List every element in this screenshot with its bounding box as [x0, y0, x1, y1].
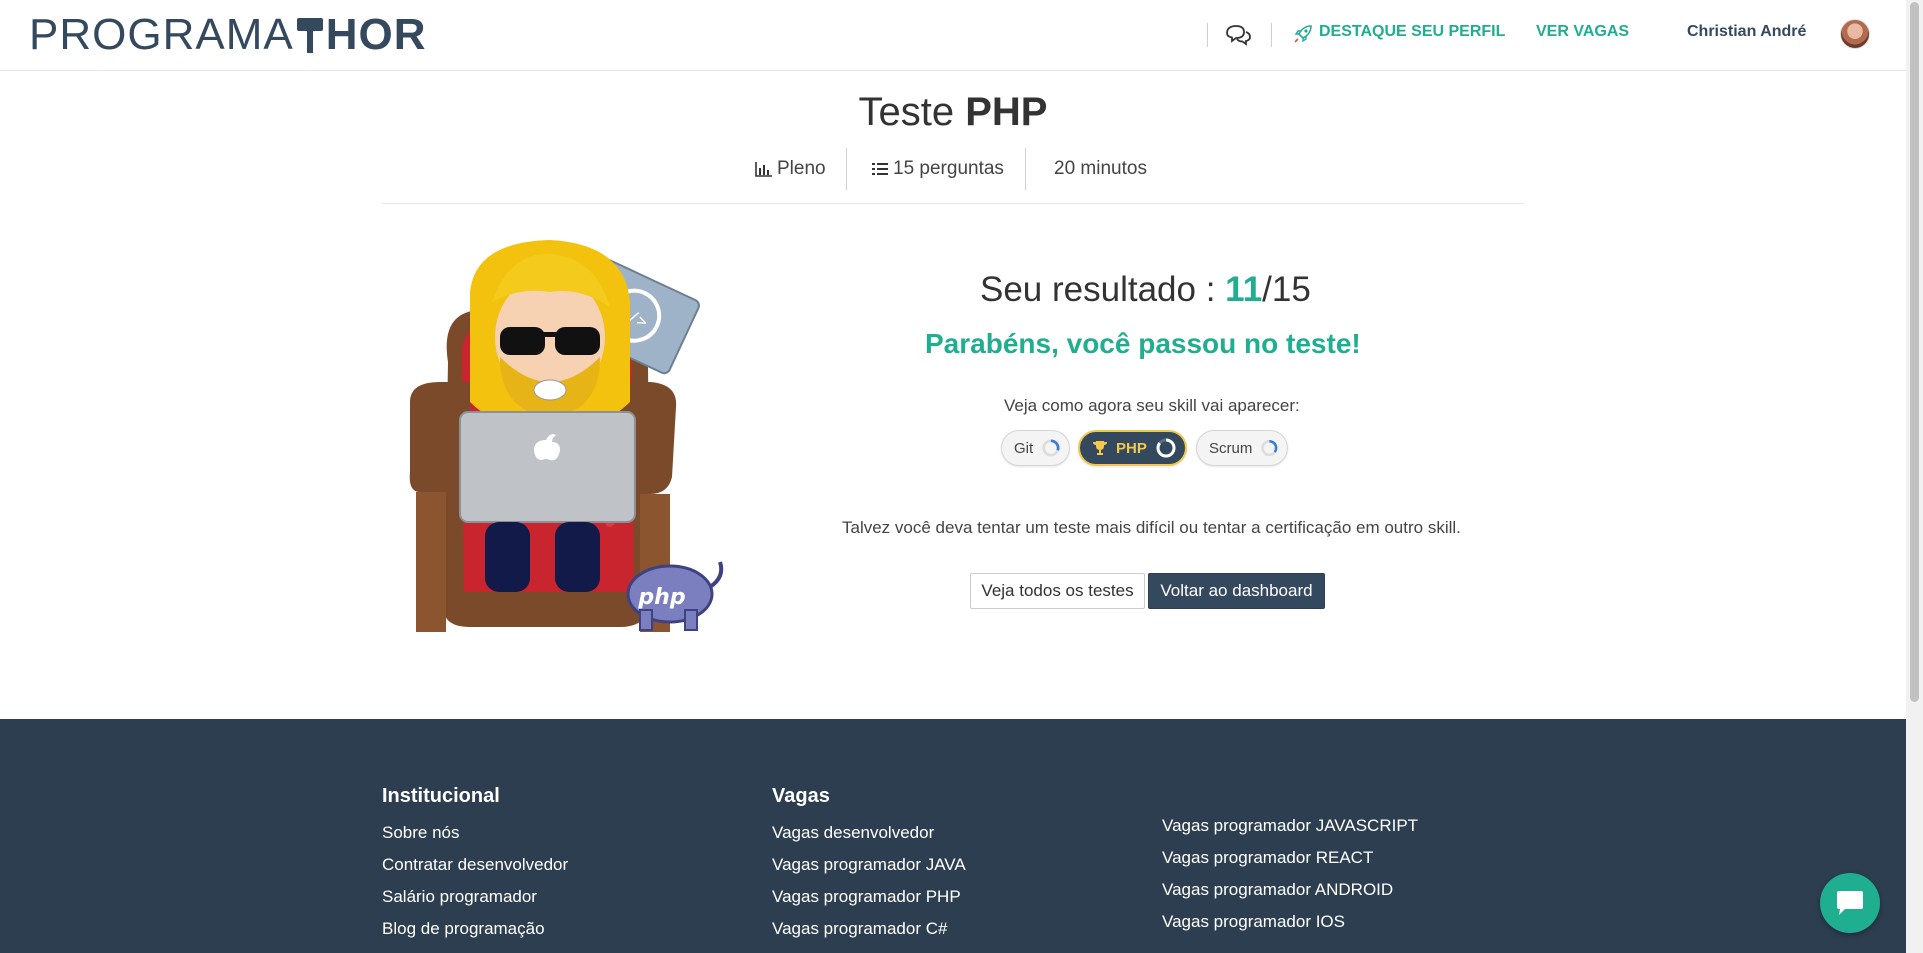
bar-chart-icon	[755, 162, 772, 177]
footer-jobs-title: Vagas	[772, 785, 830, 807]
title-skill: PHP	[965, 90, 1048, 134]
skill-badge-php: PHP	[1078, 430, 1187, 466]
all-tests-button[interactable]: Veja todos os testes	[970, 573, 1145, 609]
skill-badge-git: Git	[1001, 430, 1070, 466]
footer-link[interactable]: Contratar desenvolvedor	[382, 855, 568, 875]
avatar[interactable]	[1840, 19, 1870, 49]
trophy-icon	[1093, 441, 1107, 455]
thor-mascot-illustration: </> php	[409, 240, 724, 632]
skill-progress-ring	[1042, 439, 1060, 457]
chat-bubble-icon	[1837, 891, 1863, 915]
footer-link[interactable]: Blog de programação	[382, 919, 545, 939]
logo-text-right: HOR	[325, 10, 427, 59]
meta-divider	[846, 148, 847, 190]
skill-name: Git	[1014, 439, 1034, 457]
footer-link[interactable]: Vagas programador C#	[772, 919, 947, 939]
page-title: Teste PHP	[0, 90, 1906, 135]
user-name[interactable]: Christian André	[1687, 23, 1806, 41]
skill-name: Scrum	[1209, 439, 1253, 457]
highlight-profile-link[interactable]: DESTAQUE SEU PERFIL	[1319, 23, 1505, 41]
footer-link[interactable]: Vagas programador IOS	[1162, 912, 1345, 932]
list-icon	[872, 163, 888, 175]
pass-message: Parabéns, você passou no teste!	[925, 328, 1361, 359]
footer-link[interactable]: Vagas programador JAVASCRIPT	[1162, 816, 1418, 836]
level-label: Pleno	[777, 158, 826, 179]
result-label: Seu resultado :	[980, 270, 1216, 309]
footer-link[interactable]: Vagas programador ANDROID	[1162, 880, 1393, 900]
footer-link[interactable]: Vagas desenvolvedor	[772, 823, 934, 843]
footer-institutional-title: Institucional	[382, 785, 500, 807]
footer-link[interactable]: Vagas programador JAVA	[772, 855, 966, 875]
duration-label: 20 minutos	[1054, 158, 1147, 179]
test-duration: 20 minutos	[1054, 148, 1147, 190]
nav-divider	[1207, 23, 1208, 47]
scrollbar-thumb[interactable]	[1910, 2, 1919, 702]
score-value: 11	[1225, 270, 1263, 309]
hammer-icon	[295, 16, 325, 54]
title-divider	[382, 203, 1524, 204]
live-chat-button[interactable]	[1820, 873, 1880, 933]
score-total: /15	[1262, 270, 1311, 309]
dashboard-button[interactable]: Voltar ao dashboard	[1148, 573, 1325, 609]
skill-badge-scrum: Scrum	[1196, 430, 1288, 466]
rocket-icon	[1294, 25, 1312, 43]
chat-icon[interactable]	[1225, 24, 1251, 46]
skill-progress-ring	[1156, 438, 1176, 458]
skill-name: PHP	[1116, 439, 1147, 457]
footer-link[interactable]: Vagas programador PHP	[772, 887, 961, 907]
test-level: Pleno	[755, 148, 826, 190]
footer-link[interactable]: Salário programador	[382, 887, 537, 907]
top-navbar: PROGRAMA HOR DESTAQUE SEU PERFIL VER VAG…	[0, 0, 1906, 71]
result-score: Seu resultado : 11/15	[980, 270, 1311, 310]
suggestion-text: Talvez você deva tentar um teste mais di…	[842, 518, 1461, 537]
logo-text-left: PROGRAMA	[29, 10, 294, 59]
test-questions: 15 perguntas	[871, 148, 1004, 190]
footer-link[interactable]: Vagas programador REACT	[1162, 848, 1373, 868]
see-jobs-link[interactable]: VER VAGAS	[1536, 23, 1629, 41]
meta-divider	[1025, 148, 1026, 190]
title-prefix: Teste	[858, 90, 955, 134]
skill-progress-ring	[1261, 439, 1278, 457]
footer: Institucional Sobre nós Contratar desenv…	[0, 719, 1906, 953]
nav-divider	[1271, 23, 1272, 47]
scrollbar[interactable]	[1906, 0, 1923, 953]
programathor-logo[interactable]: PROGRAMA HOR	[29, 10, 426, 59]
questions-label: 15 perguntas	[893, 158, 1004, 179]
skill-preview-label: Veja como agora seu skill vai aparecer:	[1004, 396, 1300, 415]
php-logo-text: php	[637, 585, 685, 610]
footer-link[interactable]: Sobre nós	[382, 823, 460, 843]
